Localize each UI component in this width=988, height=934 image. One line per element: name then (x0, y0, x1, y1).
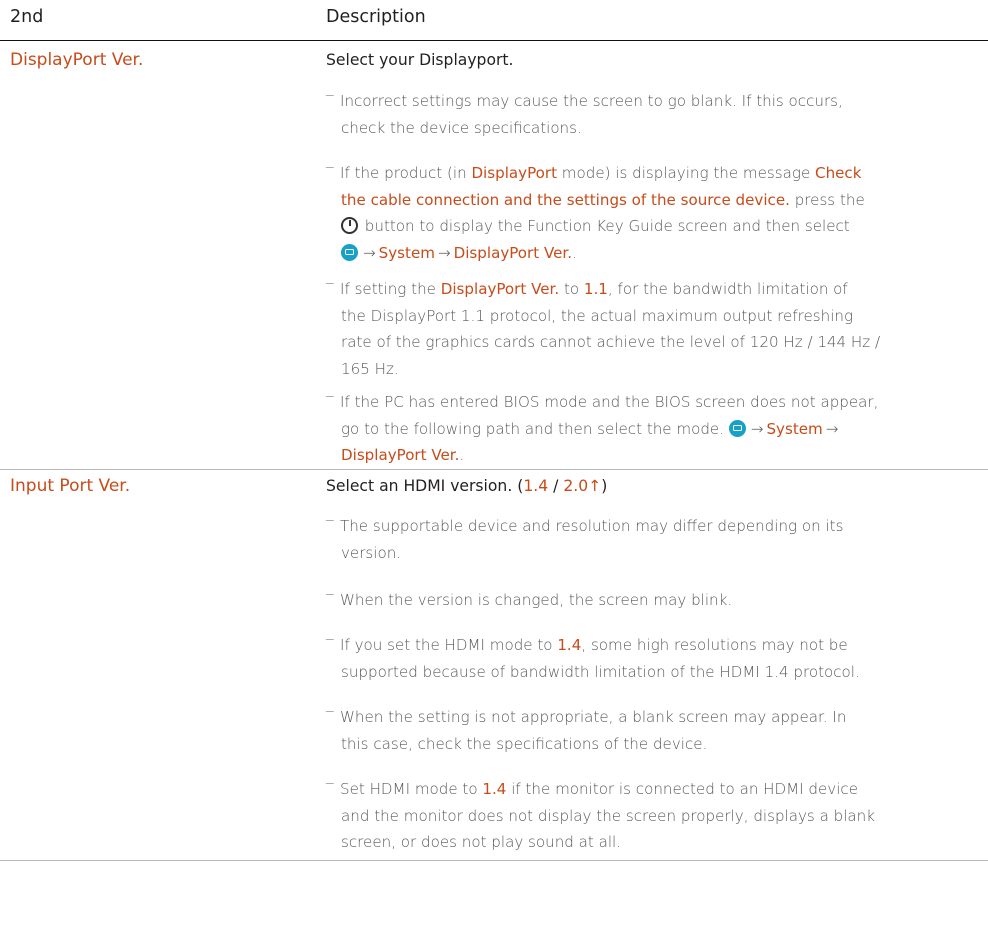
row-divider (0, 860, 988, 861)
arrow-icon: → (750, 419, 764, 438)
menu-icon (341, 243, 358, 261)
note-inputport-5: ‾ Set HDMI mode to 1.4 if the monitor is … (326, 776, 974, 856)
row-desc-input-port-ver: Select an HDMI version. (1.4 / 2.0↑) (326, 477, 608, 495)
note-inputport-1: ‾ The supportable device and resolution m… (326, 513, 974, 566)
note-displayport-2: ‾ If the product (in DisplayPort mode) is… (326, 160, 974, 266)
note-dash-icon: ‾ (326, 636, 334, 654)
note-dash-icon: ‾ (326, 92, 334, 110)
note-dash-icon: ‾ (326, 517, 334, 535)
note-dash-icon: ‾ (326, 393, 334, 411)
header-col-description: Description (326, 7, 426, 27)
note-inputport-4: ‾ When the setting is not appropriate, a … (326, 704, 974, 757)
row-desc-displayport-ver: Select your Displayport. (326, 51, 514, 69)
note-dash-icon: ‾ (326, 780, 334, 798)
row-name-displayport-ver: DisplayPort Ver. (10, 50, 144, 70)
note-dash-icon: ‾ (326, 591, 334, 609)
power-icon (341, 217, 358, 234)
note-displayport-4: ‾ If the PC has entered BIOS mode and the… (326, 389, 974, 469)
note-inputport-3: ‾ If you set the HDMI mode to 1.4, some h… (326, 632, 974, 685)
note-dash-icon: ‾ (326, 164, 334, 182)
note-dash-icon: ‾ (326, 280, 334, 298)
note-displayport-3: ‾ If setting the DisplayPort Ver. to 1.1,… (326, 276, 974, 382)
arrow-icon: → (825, 419, 839, 438)
row-divider (0, 469, 988, 470)
menu-icon (728, 419, 746, 437)
note-inputport-2: ‾ When the version is changed, the screen… (326, 587, 974, 614)
header-col-2nd: 2nd (10, 7, 44, 27)
row-name-input-port-ver: Input Port Ver. (10, 476, 131, 496)
table-header: 2nd Description (0, 0, 988, 41)
note-dash-icon: ‾ (326, 708, 334, 726)
arrow-icon: → (437, 243, 451, 262)
arrow-icon: → (363, 243, 376, 262)
note-displayport-1: ‾ Incorrect settings may cause the screen… (326, 88, 974, 141)
